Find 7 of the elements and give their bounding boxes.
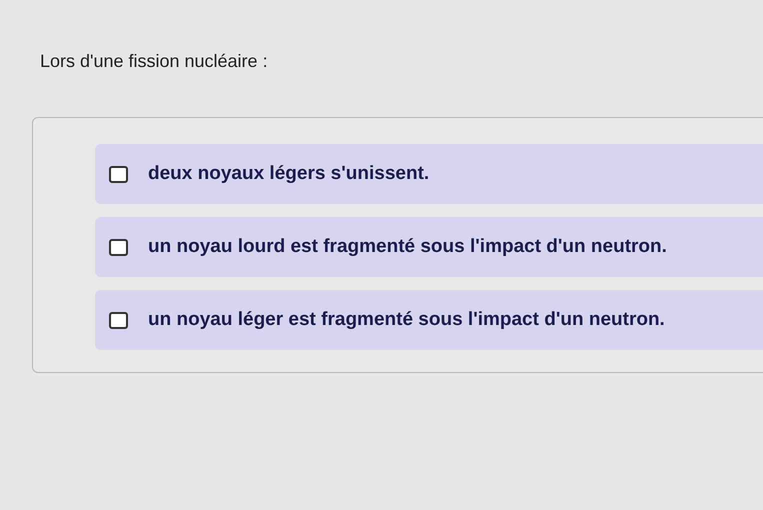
checkbox[interactable] xyxy=(109,238,128,256)
checkbox[interactable] xyxy=(109,166,128,182)
answer-option[interactable]: un noyau lourd est fragmenté sous l'impact d'un neutron. xyxy=(95,217,763,277)
checkbox[interactable] xyxy=(109,312,128,328)
answer-option[interactable]: un noyau léger est fragmenté sous l'impact d'un neutron. xyxy=(95,290,763,350)
question-text: Lors d'une fission nucléaire : xyxy=(40,50,269,73)
answer-option[interactable]: deux noyaux légers s'unissent. xyxy=(95,144,763,204)
